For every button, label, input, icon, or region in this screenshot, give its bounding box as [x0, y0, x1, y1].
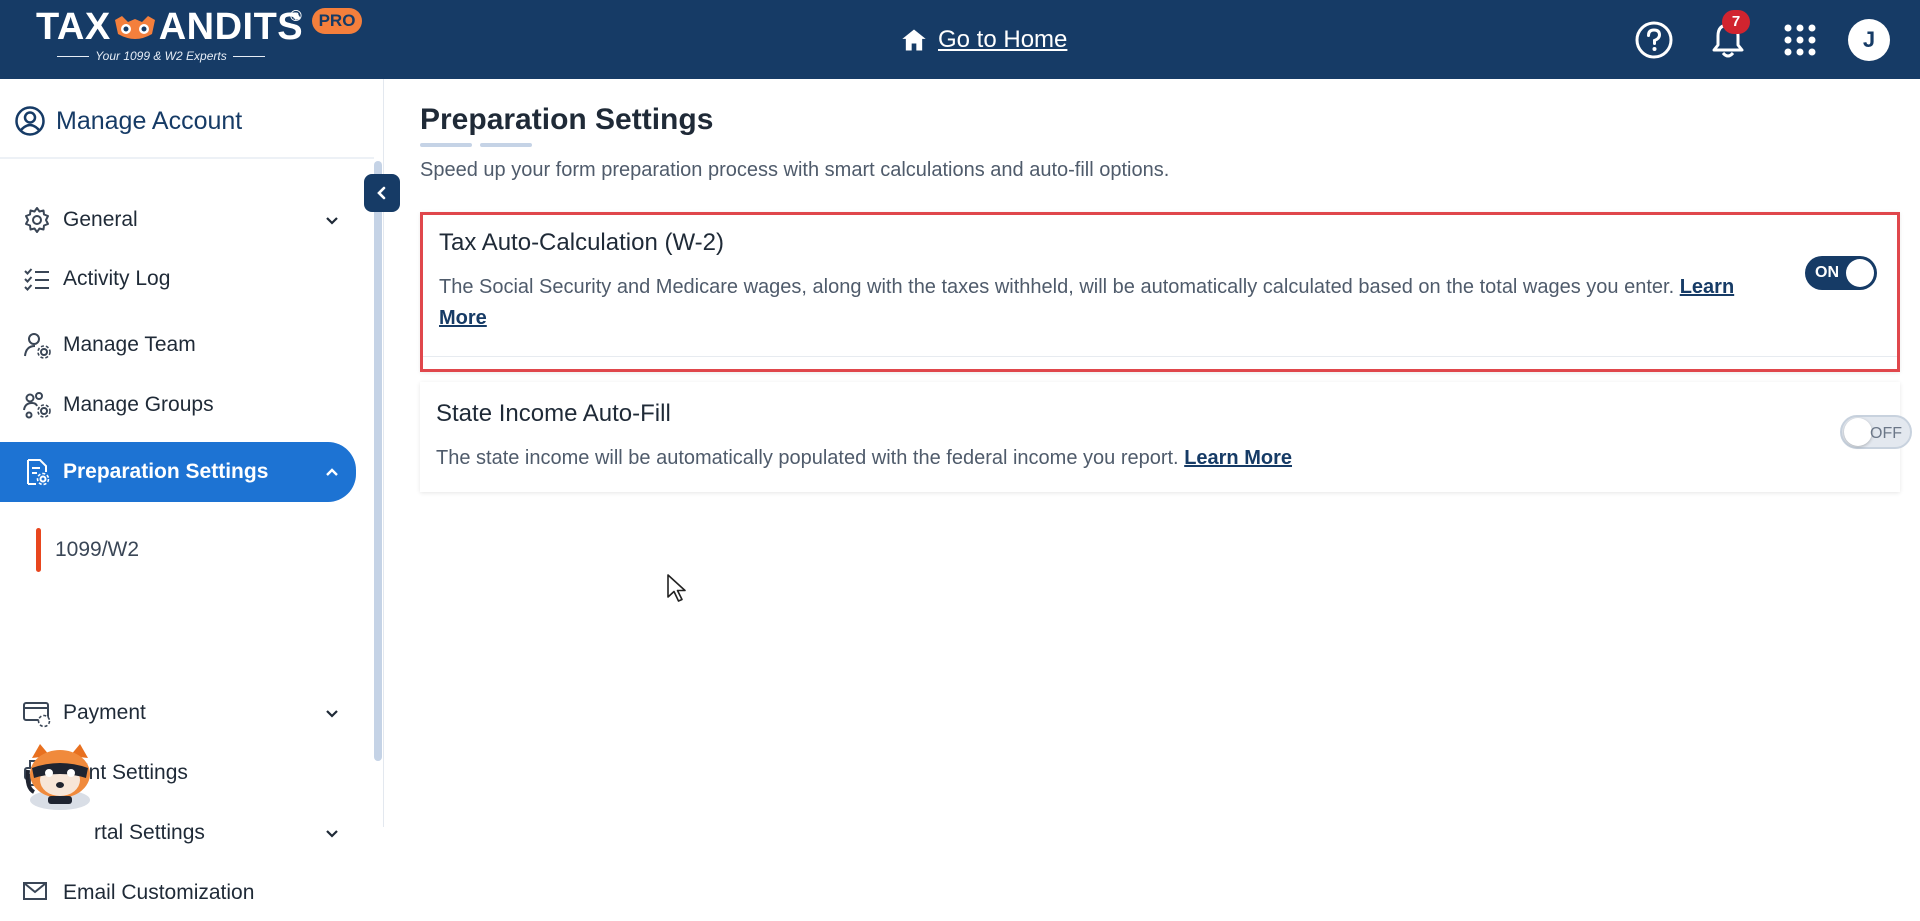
toggle-state-label: OFF: [1870, 425, 1902, 442]
card-description: The state income will be automatically p…: [436, 443, 1776, 474]
logo-wordmark: TAX ANDITS: [36, 6, 303, 49]
learn-more-link[interactable]: Learn More: [1184, 447, 1292, 469]
sidebar-item-label: Manage Team: [63, 333, 196, 356]
title-underline: [480, 143, 532, 147]
page-subtitle: Speed up your form preparation process w…: [420, 159, 1170, 181]
user-avatar[interactable]: J: [1848, 19, 1890, 61]
toggle-knob: [1846, 259, 1874, 287]
sidebar-item-manage-team[interactable]: Manage Team: [0, 317, 356, 373]
toggle-knob: [1844, 418, 1872, 446]
card-description: The Social Security and Medicare wages, …: [439, 272, 1779, 334]
apps-grid-icon[interactable]: [1779, 19, 1821, 61]
card-description-text: The Social Security and Medicare wages, …: [439, 276, 1675, 298]
logo-tagline: Your 1099 & W2 Experts: [36, 49, 286, 63]
sidebar-scrollbar[interactable]: [374, 161, 382, 761]
registered-mark: ®: [290, 8, 302, 25]
sidebar-item-label: rtal Settings: [94, 821, 205, 844]
notification-badge: 7: [1722, 10, 1750, 34]
sidebar-item-label: Payment: [63, 701, 146, 724]
logo-text-right: ANDITS: [158, 6, 304, 48]
card-title: State Income Auto-Fill: [436, 400, 671, 427]
mascot-chat-icon[interactable]: [20, 740, 100, 814]
go-to-home-link[interactable]: Go to Home: [900, 22, 1067, 58]
sidebar-subitem-label: 1099/W2: [55, 538, 140, 561]
sidebar-item-label: Manage Groups: [63, 393, 214, 416]
sidebar-subitem-1099-w2[interactable]: 1099/W2: [36, 525, 139, 575]
active-indicator-bar: [36, 528, 41, 572]
account-circle-icon: [15, 106, 45, 136]
sidebar-item-manage-groups[interactable]: Manage Groups: [0, 377, 356, 433]
user-gear-icon: [24, 333, 51, 359]
taxbandits-logo[interactable]: TAX ANDITS ® PRO Your 1099 & W2 Experts: [36, 6, 366, 68]
toggle-state-label: ON: [1815, 264, 1839, 281]
sidebar-item-payment[interactable]: Payment: [0, 685, 356, 741]
sidebar-item-preparation-settings[interactable]: Preparation Settings: [0, 442, 356, 502]
mouse-cursor-icon: [667, 574, 686, 602]
logo-text-left: TAX: [36, 6, 111, 48]
sidebar-item-label: Email Customization: [63, 881, 255, 904]
pro-badge: PRO: [312, 8, 362, 34]
users-gear-icon: [23, 392, 51, 419]
chevron-up-icon: [326, 468, 338, 476]
top-bar: TAX ANDITS ® PRO Your 1099 & W2 Experts …: [0, 0, 1920, 79]
chevron-down-icon: [326, 217, 338, 225]
main-content: Preparation Settings Speed up your form …: [384, 79, 1920, 827]
manage-account-label: Manage Account: [56, 106, 243, 135]
go-to-home-label: Go to Home: [938, 26, 1068, 53]
manage-account-header[interactable]: Manage Account: [14, 101, 242, 141]
owl-mask-icon: [114, 15, 155, 39]
card-description-text: The state income will be automatically p…: [436, 447, 1179, 469]
home-icon: [902, 29, 926, 51]
page-title: Preparation Settings: [420, 103, 714, 136]
sidebar-item-label: General: [63, 208, 138, 231]
checklist-icon: [24, 268, 49, 291]
card-divider: [423, 356, 1897, 357]
sidebar-item-activity-log[interactable]: Activity Log: [0, 251, 356, 307]
help-icon[interactable]: [1633, 19, 1675, 61]
document-gear-icon: [27, 459, 50, 486]
sidebar-item-label: Activity Log: [63, 267, 171, 290]
chevron-down-icon: [326, 830, 338, 838]
card-gear-icon: [23, 702, 51, 728]
state-income-auto-fill-toggle[interactable]: OFF: [1840, 415, 1912, 449]
chevron-down-icon: [326, 710, 338, 718]
title-underline: [420, 143, 472, 147]
state-income-auto-fill-card: State Income Auto-Fill The state income …: [420, 382, 1912, 492]
email-gear-icon: [23, 882, 47, 900]
gear-icon: [25, 207, 49, 233]
tax-auto-calculation-card: Tax Auto-Calculation (W-2) The Social Se…: [420, 212, 1900, 372]
sidebar-item-email-customization[interactable]: Email Customization: [0, 865, 356, 921]
sidebar-item-label: Preparation Settings: [63, 460, 269, 483]
tax-auto-calculation-toggle[interactable]: ON: [1805, 256, 1877, 290]
sidebar: Manage Account General Activity Log Mana…: [0, 79, 384, 904]
sidebar-item-general[interactable]: General: [0, 192, 356, 248]
card-title: Tax Auto-Calculation (W-2): [439, 229, 724, 256]
sidebar-divider: [0, 157, 374, 159]
